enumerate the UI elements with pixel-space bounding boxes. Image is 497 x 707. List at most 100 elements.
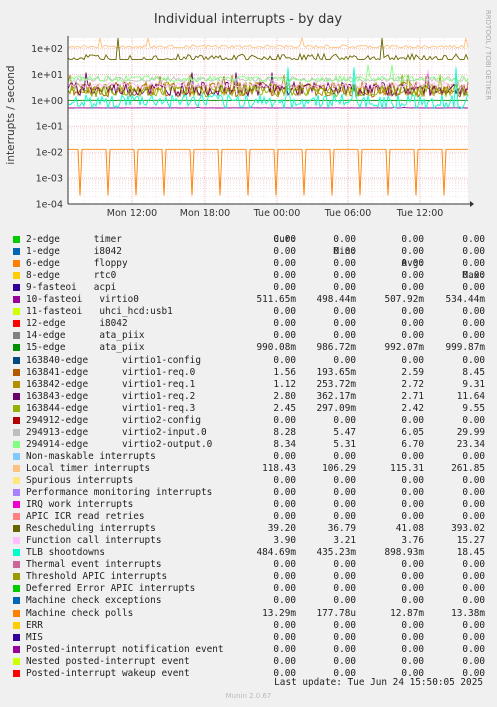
legend-swatch [13, 489, 20, 497]
legend-swatch [13, 561, 20, 569]
legend-series-name: 10-fasteoi virtio0 [26, 294, 139, 306]
legend-value: 0.00 [333, 487, 356, 499]
legend-swatch [13, 296, 20, 304]
legend-value: 0.00 [462, 246, 485, 258]
legend-swatch [13, 416, 20, 424]
legend-value: 435.23m [316, 547, 356, 559]
y-tick-label: 1e-03 [36, 174, 63, 185]
legend-series-name: 11-fasteoi uhci_hcd:usb1 [26, 306, 173, 318]
legend-value: 0.00 [462, 354, 485, 366]
legend-value: 0.00 [333, 354, 356, 366]
legend-series-name: 163842-edge virtio1-req.1 [26, 378, 196, 390]
legend-value: 0.00 [462, 511, 485, 523]
legend-value: 9.31 [462, 378, 485, 390]
legend-value: 498.44m [316, 294, 356, 306]
legend-value: 0.00 [273, 559, 296, 571]
legend-row: APIC ICR read retries 0.00 0.00 0.00 0.00 [0, 511, 497, 523]
legend-value: 484.69m [256, 547, 296, 559]
legend-value: 0.00 [333, 282, 356, 294]
legend-swatch [13, 356, 20, 364]
legend-value: 2.71 [401, 390, 424, 402]
legend-series-name: Nested posted-interrupt event [26, 655, 190, 667]
legend-value: 0.00 [462, 330, 485, 342]
legend-row: 1-edge i8042 0.00 0.00 0.00 0.00 [0, 246, 497, 258]
legend-swatch [13, 428, 20, 436]
legend-row: Posted-interrupt notification event 0.00 0… [0, 644, 497, 656]
legend-value: 0.00 [462, 619, 485, 631]
legend-value: 0.00 [401, 643, 424, 655]
legend-row: Rescheduling interrupts 39.20 36.79 41.08 39… [0, 523, 497, 535]
legend-swatch [13, 669, 20, 677]
legend-value: 0.00 [401, 246, 424, 258]
legend-row: IRQ work interrupts 0.00 0.00 0.00 0.00 [0, 499, 497, 511]
legend-series-name: 1-edge i8042 [26, 246, 122, 258]
x-tick-label: Tue 00:00 [253, 208, 301, 219]
legend-value: 0.00 [462, 282, 485, 294]
legend-swatch [13, 440, 20, 448]
legend-swatch [13, 392, 20, 400]
legend-swatch [13, 284, 20, 292]
legend-value: 0.00 [273, 330, 296, 342]
legend-series-name: Threshold APIC interrupts [26, 571, 168, 583]
legend-swatch [13, 248, 20, 256]
legend-series-name: 294914-edge virtio2-output.0 [26, 438, 213, 450]
legend-value: 0.00 [333, 246, 356, 258]
legend-row: 10-fasteoi virtio0 511.65m 498.44m 507.92m 5… [0, 294, 497, 306]
legend-value: 0.00 [273, 631, 296, 643]
legend-swatch [13, 537, 20, 545]
legend-value: 0.00 [273, 583, 296, 595]
legend-value: 986.72m [316, 342, 356, 354]
y-tick-label: 1e+02 [31, 44, 63, 55]
legend-value: 0.00 [273, 643, 296, 655]
legend-value: 0.00 [401, 270, 424, 282]
legend-swatch [13, 272, 20, 280]
legend-series-name: IRQ work interrupts [26, 499, 134, 511]
y-tick-label: 1e+00 [31, 96, 63, 107]
legend-value: 0.00 [462, 583, 485, 595]
legend-series-name: 163843-edge virtio1-req.2 [26, 390, 196, 402]
legend-value: 2.59 [401, 366, 424, 378]
legend-row: 15-edge ata_piix 990.08m 986.72m 992.07m 999… [0, 342, 497, 354]
legend-value: 0.00 [462, 595, 485, 607]
legend-row: Thermal event interrupts 0.00 0.00 0.00 0.00 [0, 559, 497, 571]
legend-value: 0.00 [333, 499, 356, 511]
legend-row: 294914-edge virtio2-output.0 8.34 5.31 6.70… [0, 439, 497, 451]
x-tick-label: Mon 18:00 [180, 208, 230, 219]
legend-value: 0.00 [401, 234, 424, 246]
legend-row: 294913-edge virtio2-input.0 8.28 5.47 6.05 2… [0, 427, 497, 439]
legend-value: 3.76 [401, 535, 424, 547]
legend-series-name: Local timer interrupts [26, 462, 151, 474]
legend-value: 9.55 [462, 402, 485, 414]
legend-swatch [13, 404, 20, 412]
legend-series-name: 163840-edge virtio1-config [26, 354, 201, 366]
legend-value: 0.00 [462, 643, 485, 655]
legend-value: 0.00 [273, 655, 296, 667]
legend-value: 0.00 [273, 282, 296, 294]
legend-row: 11-fasteoi uhci_hcd:usb1 0.00 0.00 0.00 0.00 [0, 306, 497, 318]
legend-value: 0.00 [333, 511, 356, 523]
legend-value: 2.42 [401, 402, 424, 414]
legend-value: 0.00 [462, 414, 485, 426]
legend-header: Cur: Min: Avg: Max: [0, 222, 497, 281]
legend-row: 2-edge timer 0.00 0.00 0.00 0.00 [0, 234, 497, 246]
legend-series-name: Rescheduling interrupts [26, 523, 156, 535]
legend-row: 6-edge floppy 0.00 0.00 0.00 0.00 [0, 258, 497, 270]
legend-swatch [13, 657, 20, 665]
legend-value: 0.00 [333, 330, 356, 342]
y-tick-label: 1e+01 [31, 70, 63, 81]
legend-swatch [13, 645, 20, 653]
legend-value: 0.00 [273, 595, 296, 607]
legend-value: 13.38m [451, 607, 485, 619]
legend-swatch [13, 332, 20, 340]
legend-series-name: Non-maskable interrupts [26, 450, 156, 462]
legend-value: 0.00 [462, 487, 485, 499]
legend-value: 0.00 [462, 499, 485, 511]
legend-value: 0.00 [273, 414, 296, 426]
legend-value: 297.09m [316, 402, 356, 414]
legend-value: 0.00 [401, 282, 424, 294]
legend-value: 898.93m [384, 547, 424, 559]
legend-value: 2.72 [401, 378, 424, 390]
legend-value: 0.00 [333, 270, 356, 282]
legend-value: 177.78u [316, 607, 356, 619]
legend-series-name: 2-edge timer [26, 234, 122, 246]
